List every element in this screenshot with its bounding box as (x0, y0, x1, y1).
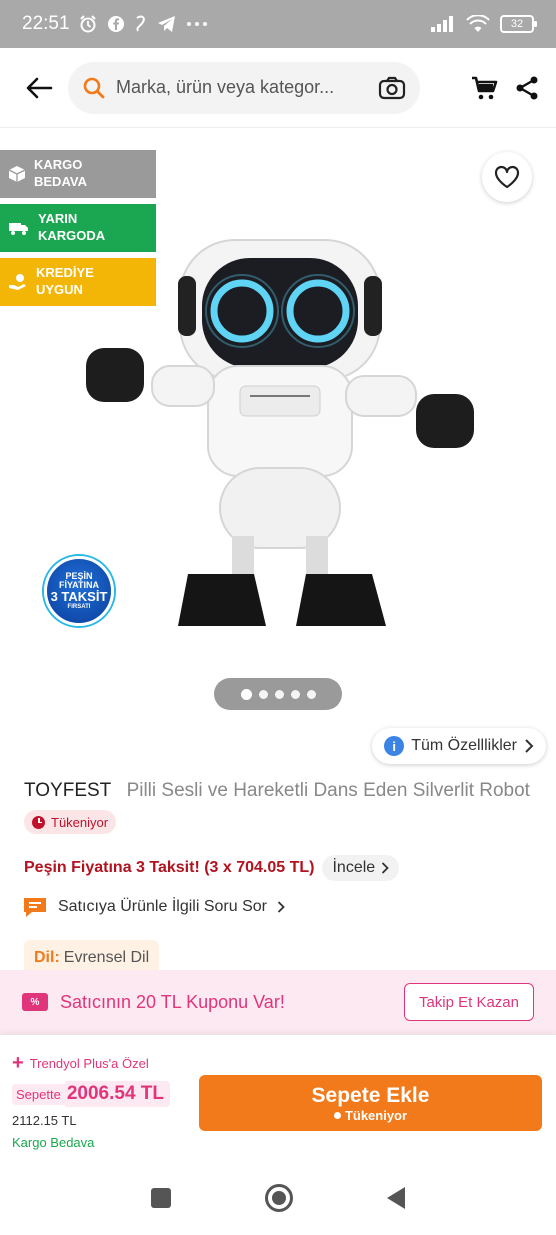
pagination-dot[interactable] (258, 689, 268, 699)
cart-price-label: Sepette (12, 1083, 65, 1105)
plus-exclusive: + Trendyol Plus'a Özel (12, 1052, 149, 1074)
share-icon[interactable] (514, 75, 540, 101)
ask-seller-link[interactable]: Satıcıya Ürünle İlgili Soru Sor (22, 896, 285, 918)
coupon-icon: % (22, 993, 48, 1011)
alarm-icon (79, 15, 96, 33)
coupon-banner: % Satıcının 20 TL Kuponu Var! Takip Et K… (0, 970, 556, 1034)
product-image-robot (86, 239, 474, 626)
follow-earn-button[interactable]: Takip Et Kazan (403, 983, 534, 1021)
clock-icon (32, 815, 45, 829)
camera-icon[interactable] (378, 75, 406, 101)
app-header: Marka, ürün veya kategor... (0, 48, 556, 128)
pagination-dot[interactable] (274, 689, 284, 699)
installment-row: Peşin Fiyatına 3 Taksit! (3 x 704.05 TL)… (24, 855, 400, 881)
free-shipping-text: Kargo Bedava (12, 1135, 95, 1150)
system-nav-bar (0, 1160, 556, 1235)
installment-promo-badge: PEŞİN FİYATINA 3 TAKSİT FIRSATI (44, 556, 114, 626)
telegram-icon (157, 16, 175, 32)
chevron-right-icon (277, 901, 285, 913)
product-image-gallery[interactable]: KARGOBEDAVA YARINKARGODA KREDİYEUYGUN (0, 128, 556, 740)
promo-line: FIRSATI (67, 604, 91, 611)
original-price: 2112.15 TL (12, 1113, 77, 1128)
plus-icon: + (12, 1052, 24, 1074)
home-icon[interactable] (265, 1183, 293, 1212)
promo-line: 3 TAKSİT (50, 589, 108, 605)
status-bar: 22:51 32 (0, 0, 556, 48)
cart-icon[interactable] (470, 74, 498, 102)
all-features-label: Tüm Özelllikler (411, 737, 517, 754)
product-title: TOYFEST Pilli Sesli ve Hareketli Dans Ed… (24, 780, 544, 802)
cart-price: Sepette 2006.54 TL (12, 1081, 170, 1107)
pagination-dot[interactable] (240, 688, 252, 700)
search-input[interactable]: Marka, ürün veya kategor... (116, 77, 378, 98)
chevron-right-icon (382, 862, 389, 874)
inspect-button[interactable]: İncele (322, 855, 400, 881)
installment-text: Peşin Fiyatına 3 Taksit! (3 x 704.05 TL) (24, 859, 315, 876)
bullet-icon (333, 1111, 341, 1119)
add-to-cart-status: Tükeniyor (333, 1107, 408, 1123)
truck-icon (9, 223, 28, 235)
pagination-dot[interactable] (306, 689, 316, 699)
inspect-label: İncele (332, 859, 376, 876)
add-to-cart-status-text: Tükeniyor (344, 1107, 408, 1123)
coupon-text: Satıcının 20 TL Kuponu Var! (60, 991, 285, 1012)
cart-price-value: 2006.54 TL (64, 1081, 170, 1107)
badge-line: YARIN (38, 211, 78, 227)
status-time: 22:51 (22, 13, 70, 34)
gallery-pagination[interactable] (214, 678, 342, 710)
facebook-icon (107, 16, 124, 32)
wifi-icon (466, 15, 490, 32)
info-icon: i (384, 736, 405, 756)
stock-status-badge: Tükeniyor (24, 810, 117, 834)
product-name: Pilli Sesli ve Hareketli Dans Eden Silve… (126, 780, 530, 801)
hand-coin-icon (9, 274, 26, 290)
purchase-bar: + Trendyol Plus'a Özel Sepette 2006.54 T… (0, 1034, 556, 1160)
search-icon (83, 77, 105, 98)
heart-icon (494, 165, 520, 189)
add-to-cart-button[interactable]: Sepete Ekle Tükeniyor (199, 1075, 542, 1131)
stock-status-text: Tükeniyor (51, 814, 109, 830)
arrow-left-icon (26, 77, 53, 98)
gesture-icon (135, 15, 145, 32)
badge-line: BEDAVA (34, 174, 87, 189)
search-bar[interactable]: Marka, ürün veya kategor... (68, 61, 420, 114)
pagination-dot[interactable] (290, 689, 300, 699)
language-value: Evrensel Dil (63, 949, 150, 966)
chat-icon (24, 898, 46, 917)
language-label: Dil: (34, 949, 60, 966)
back-button[interactable] (16, 65, 62, 111)
plus-label: Trendyol Plus'a Özel (29, 1055, 149, 1071)
all-features-button[interactable]: i Tüm Özelllikler (372, 728, 546, 764)
battery-icon: 32 (500, 15, 537, 33)
badge-line: KARGO (34, 157, 83, 173)
box-icon (8, 166, 26, 182)
add-to-cart-label: Sepete Ekle (311, 1083, 430, 1107)
ask-seller-label: Satıcıya Ürünle İlgili Soru Sor (58, 898, 267, 915)
product-brand[interactable]: TOYFEST (24, 780, 111, 801)
battery-level: 32 (510, 18, 524, 30)
back-triangle-icon[interactable] (387, 1186, 405, 1209)
recent-apps-icon[interactable] (151, 1187, 171, 1208)
free-shipping-badge: KARGO BEDAVA (0, 150, 156, 198)
favorite-button[interactable] (482, 152, 532, 202)
chevron-right-icon (525, 739, 534, 753)
more-dots-icon (186, 22, 207, 26)
signal-icon (431, 16, 453, 32)
